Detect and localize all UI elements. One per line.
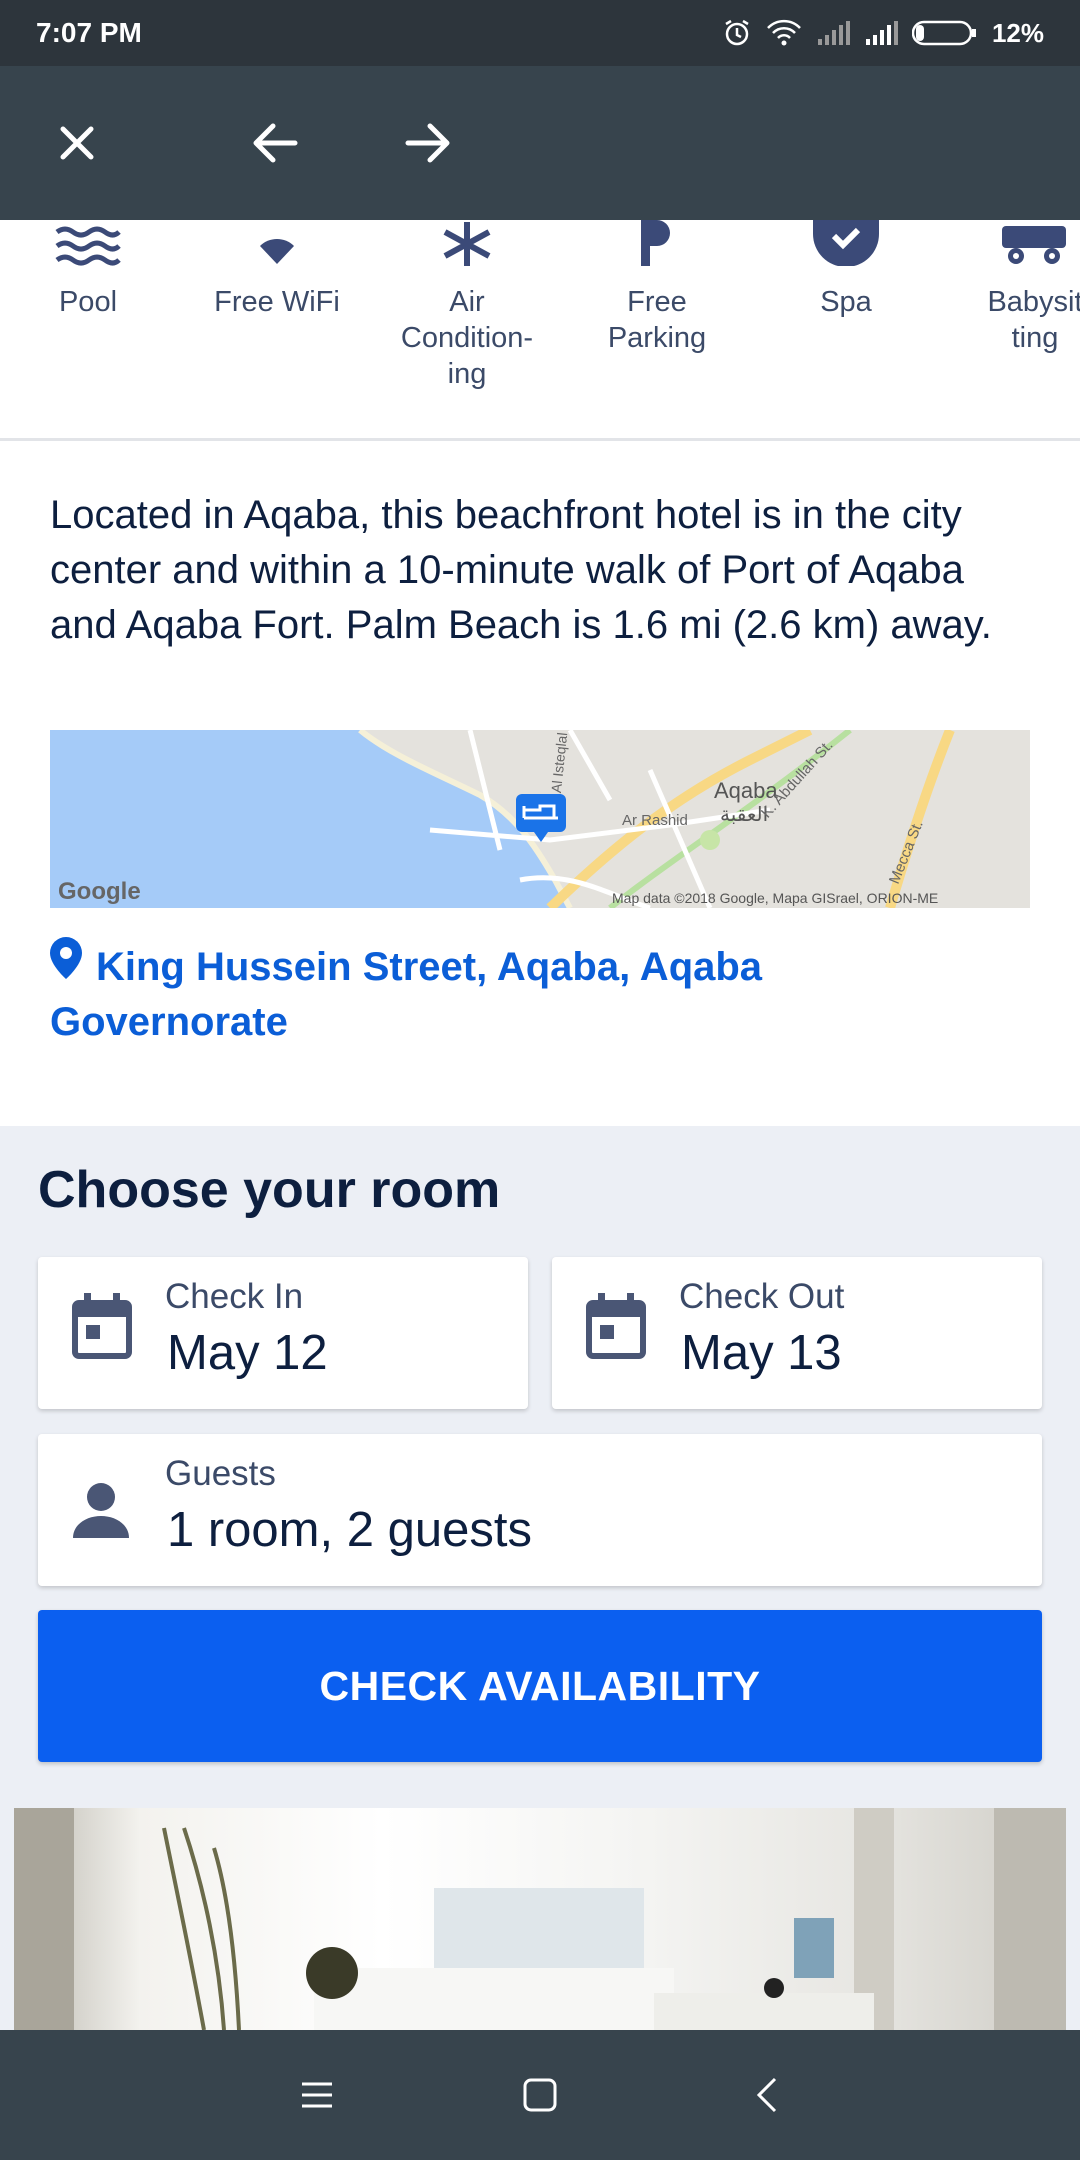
back-chevron-icon <box>756 2077 777 2113</box>
amenity-wifi: Free WiFi <box>182 220 372 320</box>
amenity-label: Free Parking <box>607 286 707 354</box>
home-button[interactable] <box>510 2065 570 2125</box>
battery-percent: 12% <box>991 17 1044 48</box>
map-graphic <box>50 730 1030 908</box>
amenity-babysitting: Babysit ting <box>940 220 1080 356</box>
section-title: Choose your room <box>38 1161 501 1219</box>
guests-field[interactable]: Guests 1 room, 2 guests <box>38 1434 1042 1586</box>
pool-icon <box>55 226 121 266</box>
check-availability-button[interactable]: CHECK AVAILABILITY <box>38 1610 1042 1762</box>
status-bar: 7:07 PM 12% <box>0 0 1080 66</box>
location-pin-icon <box>50 936 82 994</box>
address-text: King Hussein Street, Aqaba, Aqaba Govern… <box>50 945 763 1044</box>
status-time: 7:07 PM <box>36 17 142 48</box>
snowflake-icon <box>443 222 491 266</box>
signal-icon-2 <box>864 21 898 45</box>
amenity-label: Free WiFi <box>214 286 340 318</box>
map-attribution: Map data ©2018 Google, Mapa GISrael, ORI… <box>612 890 939 906</box>
check-out-value: May 13 <box>681 1326 842 1380</box>
amenity-label: Air Condition- ing <box>400 286 534 390</box>
alarm-icon <box>722 18 752 48</box>
menu-icon <box>302 2082 332 2108</box>
back-button[interactable] <box>243 111 307 175</box>
back-nav-button[interactable] <box>737 2065 797 2125</box>
amenity-pool: Pool <box>0 220 183 320</box>
wifi-icon <box>260 238 294 264</box>
google-logo: Google <box>58 878 141 905</box>
forward-button[interactable] <box>396 111 460 175</box>
check-in-value: May 12 <box>167 1326 328 1380</box>
person-icon <box>72 1482 130 1543</box>
arrow-left-icon <box>253 123 298 163</box>
stroller-icon <box>1002 226 1066 264</box>
spa-icon <box>813 220 879 266</box>
home-square-icon <box>523 2078 557 2112</box>
amenity-label: Babysit ting <box>987 286 1080 354</box>
room-photo-graphic <box>14 1808 1066 2030</box>
check-in-field[interactable]: Check In May 12 <box>38 1257 528 1409</box>
signal-icon-1 <box>816 21 850 45</box>
amenities-row: Pool Free WiFi Air Condition- ing Free P… <box>0 220 1080 438</box>
system-nav-bar <box>0 2030 1080 2160</box>
map-street-label: Ar Rashid <box>622 812 688 829</box>
calendar-icon <box>72 1293 132 1364</box>
browser-toolbar <box>0 66 1080 220</box>
check-out-field[interactable]: Check Out May 13 <box>552 1257 1042 1409</box>
check-out-label: Check Out <box>679 1277 845 1316</box>
guests-label: Guests <box>165 1454 276 1493</box>
check-in-label: Check In <box>165 1277 304 1316</box>
arrow-right-icon <box>405 123 450 163</box>
divider <box>0 438 1080 441</box>
calendar-icon <box>586 1293 646 1364</box>
amenity-air-conditioning: Air Condition- ing <box>372 220 562 392</box>
parking-icon <box>641 220 670 266</box>
status-icons: 12% <box>722 18 1044 49</box>
wifi-status-icon <box>766 19 802 47</box>
amenity-label: Spa <box>820 286 872 318</box>
room-photo[interactable] <box>14 1808 1066 2030</box>
location-map[interactable]: Aqaba العقبة Ar Rashid K. Abdullah St. M… <box>50 730 1030 908</box>
amenity-label: Pool <box>58 286 118 318</box>
guests-value: 1 room, 2 guests <box>167 1503 532 1557</box>
close-icon <box>60 126 94 160</box>
close-button[interactable] <box>45 111 109 175</box>
battery-icon <box>911 20 978 46</box>
amenity-spa: Spa <box>751 220 941 320</box>
hotel-description: Located in Aqaba, this beachfront hotel … <box>50 493 992 647</box>
amenity-parking: Free Parking <box>562 220 752 356</box>
menu-button[interactable] <box>287 2065 347 2125</box>
address-link[interactable]: King Hussein Street, Aqaba, Aqaba Govern… <box>50 936 1010 1050</box>
